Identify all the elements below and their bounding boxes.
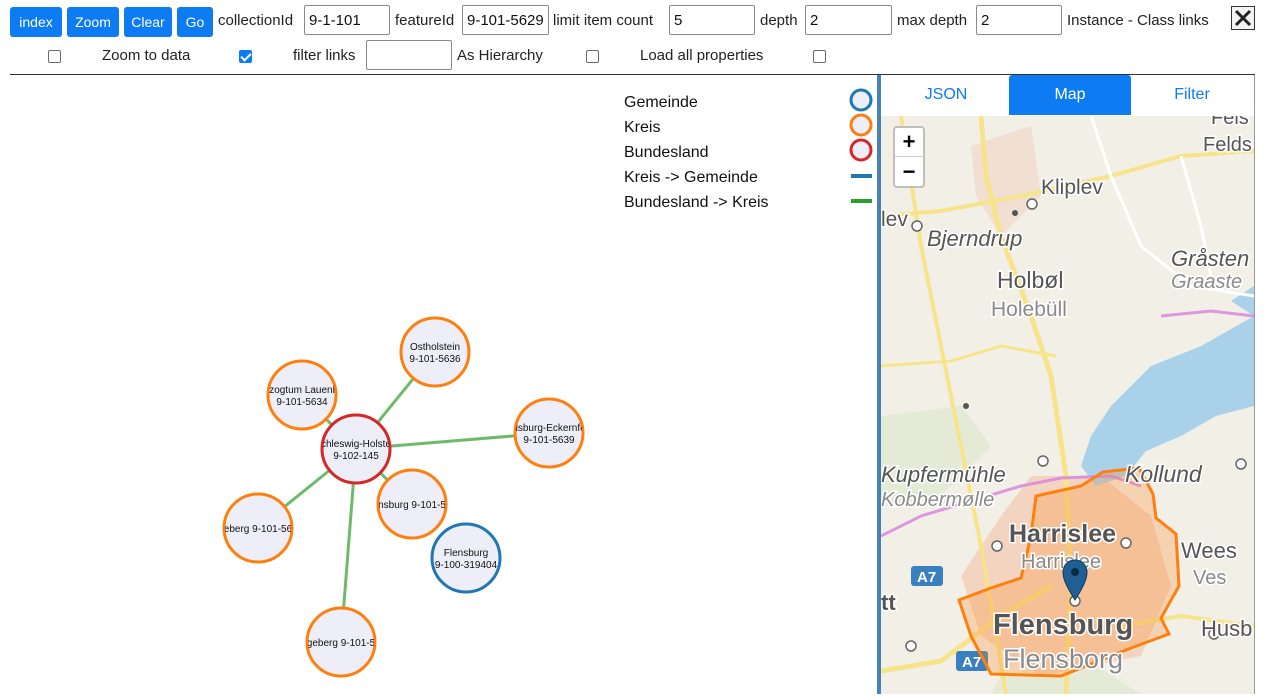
close-icon[interactable]: [1231, 6, 1255, 30]
legend-label-gemeinde: Gemeinde: [624, 94, 698, 111]
map-label-kollund: Kollund: [1125, 461, 1203, 487]
go-button[interactable]: Go: [177, 7, 213, 37]
legend-circle-icon: [849, 138, 873, 162]
instance-class-links-label: Instance - Class links: [1067, 12, 1209, 29]
limit-count-label: limit item count: [553, 12, 654, 29]
feature-id-label: featureId: [395, 12, 455, 29]
graph-canvas[interactable]: Ostholstein9-101-5636zogtum Lauenl9-101-…: [10, 75, 876, 694]
graph-node-label: geberg 9-101-5: [307, 638, 376, 649]
right-panel-tabs: JSON Map Filter: [881, 75, 1254, 116]
graph-node-label: zogtum Lauenl: [269, 385, 335, 396]
zoom-button[interactable]: Zoom: [67, 7, 119, 37]
graph-node-label: dsburg-Eckernfö: [512, 423, 586, 434]
map-label-ves: Ves: [1193, 567, 1226, 589]
index-button[interactable]: index: [10, 7, 62, 37]
legend-label-bundesland: Bundesland: [624, 144, 709, 161]
tab-filter[interactable]: Filter: [1131, 75, 1253, 115]
graph-node-label: 9-101-5634: [276, 397, 328, 408]
graph-node[interactable]: nsburg 9-101-5: [376, 468, 448, 540]
load-all-properties-label: Load all properties: [640, 47, 764, 64]
map-label-a7: A7: [917, 569, 936, 586]
map-zoom-out-button[interactable]: −: [895, 157, 923, 186]
load-all-properties-checkbox[interactable]: [813, 50, 826, 63]
map-label-kupfermuhle: Kupfermühle: [881, 462, 1006, 487]
limit-count-input[interactable]: [669, 5, 755, 35]
graph-node-label: Flensburg: [444, 548, 488, 559]
map-label-kliplev: Kliplev: [1041, 176, 1103, 199]
map-label-bjerndrup: Bjerndrup: [927, 226, 1022, 251]
feature-id-input[interactable]: [462, 5, 549, 35]
collection-id-input[interactable]: [304, 5, 390, 35]
graph-node[interactable]: zogtum Lauenl9-101-5634: [266, 359, 338, 431]
depth-input[interactable]: [805, 5, 892, 35]
graph-node-label: 9-101-5636: [409, 354, 461, 365]
instance-links-checkbox[interactable]: [48, 50, 61, 63]
map-label-holbol: Holbøl: [997, 267, 1063, 293]
legend-line-icon: [851, 174, 872, 178]
legend-line-icon: [851, 199, 872, 203]
map-zoom-control: + −: [893, 126, 925, 188]
toolbar: index Zoom Clear Go collectionId feature…: [0, 0, 1275, 75]
as-hierarchy-label: As Hierarchy: [457, 47, 543, 64]
map-view[interactable]: Feis Felds Kliplev lev Bjerndrup Holbøl …: [881, 116, 1254, 694]
map-label-kobbermolle: Kobbermølle: [881, 489, 994, 511]
graph-node-label: chleswig-Holste: [321, 439, 391, 450]
map-label-felds: Felds: [1203, 134, 1252, 156]
map-label-feis: Feis: [1211, 116, 1249, 129]
map-label-harrislee-dk: Harrislee: [1021, 551, 1101, 573]
tab-map[interactable]: Map: [1009, 75, 1131, 115]
panel-border: [1254, 75, 1255, 694]
max-depth-input[interactable]: [976, 5, 1062, 35]
graph-node-label: 9-100-319404: [435, 560, 498, 571]
legend-circle-icon: [849, 113, 873, 137]
max-depth-label: max depth: [897, 12, 968, 29]
legend-label-bundesland-kreis: Bundesland -> Kreis: [624, 194, 769, 211]
graph-node-label: 9-101-5639: [523, 435, 575, 446]
graph-node-label: 9-102-145: [333, 451, 379, 462]
graph-node[interactable]: Flensburg9-100-319404: [430, 522, 502, 594]
map-label-tt: tt: [881, 590, 896, 615]
map-zoom-in-button[interactable]: +: [895, 128, 923, 157]
map-label-husb: Husb: [1201, 616, 1252, 641]
graph-node[interactable]: chleswig-Holste9-102-145: [320, 413, 392, 485]
map-label-flensborg: Flensborg: [1003, 644, 1123, 674]
graph-node[interactable]: Ostholstein9-101-5636: [399, 316, 471, 388]
graph-node-label: nsburg 9-101-5: [378, 500, 446, 511]
map-label-harrislee: Harrislee: [1009, 520, 1116, 548]
legend-label-kreis: Kreis: [624, 119, 661, 136]
map-label-holebull: Holebüll: [991, 298, 1067, 321]
legend-circle-icon: [849, 88, 873, 112]
map-label-graaste: Graaste: [1171, 271, 1242, 293]
graph-node[interactable]: eberg 9-101-56: [222, 492, 294, 564]
map-label-flensburg: Flensburg: [993, 609, 1133, 641]
zoom-to-data-checkbox[interactable]: [239, 50, 252, 63]
filter-links-input[interactable]: [366, 40, 452, 70]
depth-label: depth: [760, 12, 798, 29]
graph-node-label: eberg 9-101-56: [224, 524, 293, 535]
map-label-a7-south: A7: [962, 654, 981, 671]
collection-id-label: collectionId: [218, 12, 294, 29]
graph-node[interactable]: geberg 9-101-5: [305, 606, 377, 678]
map-label-lev: lev: [881, 208, 908, 231]
graph-node[interactable]: dsburg-Eckernfö9-101-5639: [512, 397, 586, 469]
clear-button[interactable]: Clear: [124, 7, 172, 37]
zoom-to-data-label: Zoom to data: [102, 47, 191, 64]
map-label-wees: Wees: [1181, 538, 1237, 563]
legend-label-kreis-gemeinde: Kreis -> Gemeinde: [624, 169, 758, 186]
tab-json[interactable]: JSON: [885, 75, 1007, 115]
map-label-grasten: Gråsten: [1171, 246, 1249, 271]
graph-node-label: Ostholstein: [410, 342, 460, 353]
map-tiles[interactable]: Feis Felds Kliplev lev Bjerndrup Holbøl …: [881, 116, 1254, 694]
filter-links-label: filter links: [293, 47, 356, 64]
as-hierarchy-checkbox[interactable]: [586, 50, 599, 63]
graph-panel[interactable]: Ostholstein 9-101-5636 zogtum Lauenl 9-101-…: [10, 75, 876, 694]
